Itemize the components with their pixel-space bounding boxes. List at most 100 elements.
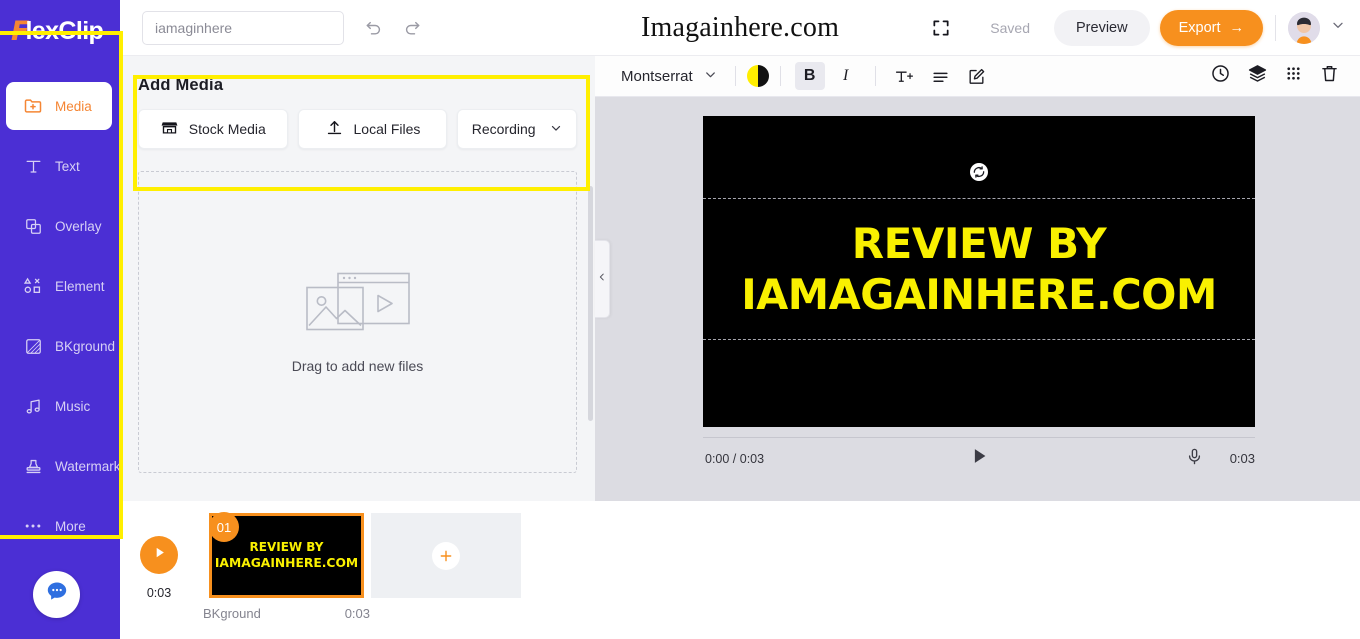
- left-sidebar: F lexClip Media Text Overlay Element BKg…: [0, 0, 121, 639]
- redo-icon[interactable]: [400, 16, 424, 40]
- play-icon: [152, 545, 167, 565]
- undo-icon[interactable]: [362, 16, 386, 40]
- text-icon: [22, 155, 44, 177]
- sidebar-item-overlay[interactable]: Overlay: [6, 202, 112, 250]
- rotate-refresh-icon[interactable]: [970, 163, 988, 181]
- toolbar-divider: [734, 66, 736, 86]
- sidebar-item-bkground[interactable]: BKground: [6, 322, 116, 370]
- player-right-controls: 0:03: [1185, 447, 1255, 471]
- project-name-input[interactable]: [142, 10, 344, 45]
- panel-collapse-button[interactable]: [595, 240, 610, 318]
- canvas-text-line-1: REVIEW BY: [851, 218, 1107, 268]
- logo-wordmark: lexClip: [25, 16, 104, 45]
- local-files-label: Local Files: [353, 121, 421, 137]
- recording-button[interactable]: Recording: [457, 109, 577, 149]
- dropzone-label: Drag to add new files: [291, 357, 424, 374]
- clip-text-line-2: IAMAGAINHERE.COM: [214, 556, 359, 571]
- video-canvas[interactable]: REVIEW BY IAMAGAINHERE.COM: [703, 116, 1255, 427]
- align-left-icon[interactable]: [926, 62, 956, 90]
- sidebar-nav: Media Text Overlay Element BKground Musi…: [0, 62, 121, 556]
- sidebar-item-label: Media: [55, 98, 92, 114]
- timeline-clip-thumbnail[interactable]: 01 REVIEW BY IAMAGAINHERE.COM: [209, 512, 364, 598]
- saved-label: Saved: [990, 19, 1030, 36]
- undo-redo-group: [362, 16, 424, 40]
- preview-label: Preview: [1076, 19, 1128, 36]
- clip-duration-label: 0:03: [344, 606, 370, 621]
- sidebar-item-label: More: [55, 518, 86, 534]
- sidebar-item-label: Watermark: [55, 458, 121, 474]
- chevron-down-icon[interactable]: [1330, 17, 1346, 38]
- stock-media-button[interactable]: Stock Media: [138, 109, 288, 149]
- chevron-down-icon: [549, 121, 563, 138]
- player-time-display: 0:00 / 0:03: [705, 451, 765, 466]
- media-dropzone[interactable]: Drag to add new files: [138, 171, 577, 473]
- preview-stage: REVIEW BY IAMAGAINHERE.COM 0:00 / 0:03 0…: [595, 97, 1360, 501]
- text-color-swatch[interactable]: [746, 65, 769, 87]
- clock-icon[interactable]: [1210, 63, 1231, 89]
- font-family-select[interactable]: Montserrat: [609, 67, 724, 86]
- add-scene-button[interactable]: [371, 513, 521, 598]
- music-note-icon: [22, 395, 44, 417]
- chevron-left-icon: [597, 270, 607, 289]
- export-button[interactable]: Export →: [1159, 9, 1263, 46]
- layers-icon[interactable]: [1247, 63, 1268, 89]
- fullscreen-icon[interactable]: [926, 13, 956, 43]
- clip-name-label: BKground: [203, 606, 261, 621]
- top-bar-actions: Saved Preview Export →: [926, 9, 1360, 46]
- chat-bubble-icon: [44, 579, 70, 610]
- toolbar-divider: [1275, 14, 1276, 41]
- toolbar-right-icons: [1210, 63, 1346, 89]
- chat-support-button[interactable]: [33, 571, 80, 618]
- avatar[interactable]: [1288, 11, 1320, 44]
- sidebar-item-more[interactable]: More: [6, 502, 112, 550]
- italic-label: I: [843, 67, 849, 84]
- player-duration: 0:03: [1229, 451, 1255, 466]
- folder-plus-icon: [22, 95, 44, 117]
- clip-index-badge: 01: [209, 512, 239, 542]
- sidebar-item-label: Overlay: [55, 218, 102, 234]
- page-title-text: Imagainhere.com: [640, 11, 840, 43]
- text-element-selection[interactable]: REVIEW BY IAMAGAINHERE.COM: [703, 198, 1255, 340]
- italic-button[interactable]: I: [831, 62, 861, 90]
- sidebar-item-label: Element: [55, 278, 105, 294]
- timeline: 0:03 01 REVIEW BY IAMAGAINHERE.COM BKgro…: [120, 501, 1360, 639]
- bold-label: B: [803, 67, 816, 84]
- play-icon[interactable]: [968, 445, 990, 472]
- grid-apps-icon[interactable]: [1284, 64, 1303, 88]
- panel-scrollbar[interactable]: [588, 186, 593, 421]
- sidebar-item-media[interactable]: Media: [6, 82, 112, 130]
- export-label: Export: [1178, 19, 1221, 36]
- top-bar: Imagainhere.com Saved Preview Export →: [120, 0, 1360, 56]
- upload-icon: [325, 118, 344, 140]
- canvas-text-line-2: IAMAGAINHERE.COM: [741, 270, 1217, 320]
- timeline-total-time: 0:03: [146, 586, 172, 600]
- add-media-heading: Add Media: [138, 76, 224, 94]
- sidebar-item-music[interactable]: Music: [6, 382, 112, 430]
- flexclip-editor-window: F lexClip Media Text Overlay Element BKg…: [0, 0, 1360, 639]
- bold-button[interactable]: B: [794, 62, 825, 90]
- plus-icon: [432, 541, 460, 570]
- add-media-button-row: Stock Media Local Files Recording: [120, 95, 595, 149]
- sidebar-item-watermark[interactable]: Watermark: [6, 442, 121, 490]
- local-files-button[interactable]: Local Files: [297, 109, 448, 149]
- stock-media-icon: [160, 118, 179, 140]
- sidebar-item-element[interactable]: Element: [6, 262, 112, 310]
- text-editing-toolbar: Montserrat B I: [595, 56, 1360, 97]
- preview-button[interactable]: Preview: [1054, 9, 1150, 46]
- microphone-icon[interactable]: [1185, 447, 1204, 471]
- element-icon: [22, 275, 44, 297]
- font-family-value: Montserrat: [621, 67, 693, 85]
- timeline-play-button[interactable]: [140, 536, 178, 574]
- chevron-down-icon: [703, 67, 718, 86]
- player-controls: 0:00 / 0:03 0:03: [703, 437, 1255, 479]
- sidebar-item-label: BKground: [55, 338, 116, 354]
- trash-icon[interactable]: [1319, 63, 1340, 89]
- font-size-icon[interactable]: [890, 62, 920, 90]
- flexclip-logo[interactable]: F lexClip: [0, 0, 120, 62]
- watermark-icon: [22, 455, 44, 477]
- toolbar-divider: [779, 66, 781, 86]
- sidebar-item-label: Text: [55, 158, 80, 174]
- sidebar-item-text[interactable]: Text: [6, 142, 112, 190]
- edit-text-icon[interactable]: [962, 62, 992, 90]
- overlay-icon: [22, 215, 44, 237]
